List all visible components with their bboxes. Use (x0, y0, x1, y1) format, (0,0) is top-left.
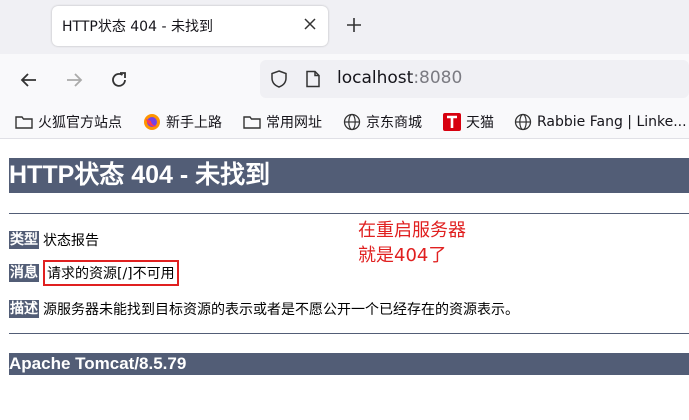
message-value: 请求的资源[/]不可用 (43, 260, 179, 286)
bookmark-label: 常用网址 (266, 115, 322, 131)
navigation-toolbar: localhost:8080 (0, 54, 689, 106)
active-tab[interactable]: HTTP状态 404 - 未找到 (52, 6, 328, 46)
description-value: 源服务器未能找到目标资源的表示或者是不愿公开一个已经存在的资源表示。 (43, 302, 519, 318)
description-row: 描述 源服务器未能找到目标资源的表示或者是不愿公开一个已经存在的资源表示。 (9, 299, 519, 319)
firefox-icon (143, 113, 161, 131)
tmall-icon (443, 113, 461, 131)
bookmark-jd[interactable]: 京东商城 (343, 112, 422, 132)
bookmark-label: 天猫 (466, 115, 494, 131)
tab-strip: HTTP状态 404 - 未找到 (0, 0, 689, 54)
page-content: HTTP状态 404 - 未找到 类型 状态报告 消息 请求的资源[/]不可用 … (0, 139, 689, 420)
annotation-line: 就是404了 (358, 245, 447, 266)
globe-icon (343, 113, 361, 131)
folder-icon (15, 113, 33, 131)
server-footer: Apache Tomcat/8.5.79 (9, 353, 689, 375)
url-text[interactable]: localhost:8080 (337, 68, 462, 88)
bookmark-label: 新手上路 (166, 115, 222, 131)
url-port: :8080 (413, 68, 463, 88)
error-heading: HTTP状态 404 - 未找到 (9, 158, 689, 193)
bookmark-label: Rabbie Fang | Linke... (537, 114, 687, 130)
bookmark-tmall[interactable]: 天猫 (443, 112, 494, 132)
shield-icon[interactable] (270, 70, 288, 88)
type-label: 类型 (9, 231, 39, 249)
type-value: 状态报告 (43, 233, 99, 249)
bookmarks-toolbar: 火狐官方站点 新手上路 常用网址 京东商城 天猫 Rabbie Fang | L… (0, 106, 689, 139)
divider (9, 213, 689, 214)
bookmark-linkedin[interactable]: Rabbie Fang | Linke... (514, 112, 687, 132)
forward-button[interactable] (61, 67, 87, 93)
folder-icon (243, 113, 261, 131)
type-row: 类型 状态报告 (9, 230, 99, 250)
back-button[interactable] (16, 67, 42, 93)
reload-icon (112, 72, 126, 87)
globe-icon (514, 113, 532, 131)
tab-title: HTTP状态 404 - 未找到 (62, 19, 213, 35)
forward-arrow-icon (67, 73, 83, 87)
annotation-line: 在重启服务器 (358, 220, 466, 241)
address-bar[interactable]: localhost:8080 (260, 60, 689, 98)
back-arrow-icon (20, 73, 36, 87)
bookmark-firefox-official[interactable]: 火狐官方站点 (15, 112, 122, 132)
annotation-note: 在重启服务器 就是404了 (358, 218, 466, 268)
new-tab-button[interactable] (343, 14, 365, 36)
reload-button[interactable] (106, 67, 132, 93)
url-host: localhost (337, 68, 414, 88)
bookmark-common-sites[interactable]: 常用网址 (243, 112, 322, 132)
bookmark-getting-started[interactable]: 新手上路 (143, 112, 222, 132)
page-icon[interactable] (304, 70, 322, 88)
bookmark-label: 京东商城 (366, 115, 422, 131)
message-label: 消息 (9, 264, 39, 282)
close-tab-icon[interactable] (302, 16, 318, 32)
bookmark-label: 火狐官方站点 (38, 115, 122, 131)
divider (9, 333, 689, 334)
message-row: 消息 请求的资源[/]不可用 (9, 260, 179, 286)
description-label: 描述 (9, 300, 39, 318)
